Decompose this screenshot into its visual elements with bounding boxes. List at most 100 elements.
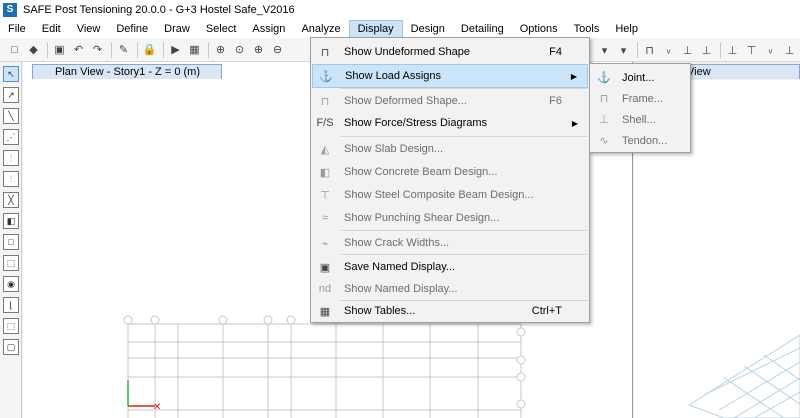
draw-brace-icon[interactable]: ╳ [3, 192, 19, 208]
save-icon[interactable]: ▣ [51, 41, 68, 58]
undeformed-shape-icon[interactable]: ⊓ [641, 42, 658, 59]
menu-item-show-undeformed-shape[interactable]: ⊓ Show Undeformed Shape F4 [312, 40, 588, 64]
zoom-out-icon[interactable]: ⊖ [269, 41, 286, 58]
slab-design-icon[interactable]: ⊥ [724, 42, 741, 59]
toolbar-separator [637, 42, 638, 58]
menu-analyze[interactable]: Analyze [293, 20, 348, 38]
redo-icon[interactable]: ↷ [89, 41, 106, 58]
view-cube-icon[interactable]: ▾ [596, 42, 613, 59]
toolbar-separator [208, 41, 209, 58]
reactions-icon[interactable]: ⊥ [698, 42, 715, 59]
menu-edit[interactable]: Edit [34, 20, 69, 38]
draw-slab-icon[interactable]: ◧ [3, 213, 19, 229]
menu-item-label: Show Concrete Beam Design... [344, 166, 498, 178]
menu-item-label: Show Tables... [344, 305, 416, 317]
menu-item-show-crack-widths[interactable]: ⌁ Show Crack Widths... [312, 231, 588, 255]
submenu-arrow-icon: ▶ [571, 118, 578, 128]
submenu-item-tendon[interactable]: ∿ Tendon... [592, 130, 688, 151]
tendon-load-icon: ∿ [599, 135, 609, 147]
draw-support-icon[interactable]: ⬚ [3, 318, 19, 334]
slab-design-icon: ◭ [320, 143, 330, 156]
coordinate-axes-icon: ✕ [127, 380, 161, 413]
draw-frame-icon[interactable]: ⋰ [3, 129, 19, 145]
menu-item-show-slab-design[interactable]: ◭ Show Slab Design... [312, 137, 588, 161]
frame-load-icon: ⊓ [599, 93, 609, 105]
open-file-icon[interactable]: ◆ [25, 41, 42, 58]
menu-help[interactable]: Help [607, 20, 646, 38]
shear-design-icon[interactable]: ⊥ [781, 42, 798, 59]
menu-item-label: Show Load Assigns [345, 70, 442, 82]
menu-item-save-named-display[interactable]: ▣ Save Named Display... [312, 255, 588, 279]
draw-opening-icon[interactable]: ⬚ [3, 255, 19, 271]
menu-item-show-tables[interactable]: ▦ Show Tables... Ctrl+T [312, 299, 588, 323]
title-bar: S SAFE Post Tensioning 20.0.0 - G+3 Host… [0, 0, 800, 20]
new-file-icon[interactable]: □ [6, 41, 23, 58]
draw-line-icon[interactable]: ╲ [3, 108, 19, 124]
menu-draw[interactable]: Draw [156, 20, 198, 38]
frame-icon[interactable]: ▾ [615, 42, 632, 59]
menu-detailing[interactable]: Detailing [453, 20, 512, 38]
menu-select[interactable]: Select [198, 20, 245, 38]
toolbar-right-group: ▾ ▾ ⊓ ᵥ ⊥ ⊥ ⊥ ⊤ ᵥ ⊥ [596, 38, 800, 62]
tables-icon: ▦ [319, 305, 331, 318]
draw-point-icon[interactable]: ◉ [3, 276, 19, 292]
deformed-shape-icon[interactable]: ⊥ [679, 42, 696, 59]
force-stress-icon: F/S [316, 117, 334, 129]
steel-design-icon[interactable]: ᵥ [762, 42, 779, 59]
lock-icon[interactable]: 🔒 [141, 41, 158, 58]
load-assigns-icon[interactable]: ᵥ [660, 42, 677, 59]
submenu-item-label: Shell... [622, 113, 656, 126]
submenu-item-frame[interactable]: ⊓ Frame... [592, 88, 688, 109]
shell-load-icon: ⊥ [599, 114, 609, 126]
menu-assign[interactable]: Assign [244, 20, 293, 38]
toolbar-separator [47, 41, 48, 58]
tab-plan-view[interactable]: Plan View - Story1 - Z = 0 (m) [32, 64, 222, 79]
submenu-item-label: Joint... [622, 71, 655, 84]
menu-item-show-deformed-shape[interactable]: ⊓ Show Deformed Shape... F6 [312, 89, 588, 113]
menu-options[interactable]: Options [512, 20, 566, 38]
menu-item-label: Show Named Display... [344, 283, 458, 295]
zoom-in-icon[interactable]: ⊕ [250, 41, 267, 58]
left-toolbar: ↖ ↗ ╲ ⋰ ⫶ ⫶ ╳ ◧ □ ⬚ ◉ ⌊ ⬚ ▢ [0, 62, 22, 418]
zoom-restore-icon[interactable]: ⊙ [231, 41, 248, 58]
menu-item-shortcut: F4 [549, 46, 562, 58]
pointer-icon[interactable]: ↖ [3, 66, 19, 82]
menu-display[interactable]: Display [348, 20, 403, 38]
draw-column-icon[interactable]: ⫶ [3, 171, 19, 187]
menu-file[interactable]: File [0, 20, 34, 38]
grid-display-icon[interactable]: ▦ [186, 41, 203, 58]
menu-item-show-steel-beam-design[interactable]: ⊤ Show Steel Composite Beam Design... [312, 183, 588, 207]
menu-item-show-punching-shear[interactable]: ≈ Show Punching Shear Design... [312, 206, 588, 230]
draw-beam-icon[interactable]: ⫶ [3, 150, 19, 166]
menu-item-show-named-display[interactable]: nd Show Named Display... [312, 277, 588, 301]
window-title: SAFE Post Tensioning 20.0.0 - G+3 Hostel… [23, 4, 295, 16]
reshape-icon[interactable]: ↗ [3, 87, 19, 103]
run-analysis-icon[interactable]: ▶ [167, 41, 184, 58]
punching-shear-icon: ≈ [321, 212, 329, 224]
menu-design[interactable]: Design [403, 20, 453, 38]
menu-item-show-force-stress[interactable]: F/S Show Force/Stress Diagrams ▶ [312, 111, 588, 135]
menu-define[interactable]: Define [108, 20, 156, 38]
undo-icon[interactable]: ↶ [70, 41, 87, 58]
3d-model-drawing [687, 334, 800, 418]
steel-beam-icon: ⊤ [320, 189, 330, 202]
draw-wall-icon[interactable]: ⌊ [3, 297, 19, 313]
crack-widths-icon: ⌁ [321, 237, 329, 250]
pencil-icon[interactable]: ✎ [115, 41, 132, 58]
menu-item-show-load-assigns[interactable]: ⚓ Show Load Assigns ▶ [312, 64, 588, 88]
zoom-window-icon[interactable]: ⊕ [212, 41, 229, 58]
menu-view[interactable]: View [69, 20, 109, 38]
menu-tools[interactable]: Tools [566, 20, 608, 38]
submenu-item-label: Tendon... [622, 134, 668, 147]
submenu-item-label: Frame... [622, 92, 663, 105]
submenu-item-shell[interactable]: ⊥ Shell... [592, 109, 688, 130]
load-assigns-submenu: ⚓ Joint... ⊓ Frame... ⊥ Shell... ∿ Tendo… [589, 63, 691, 153]
draw-tendon-icon[interactable]: ▢ [3, 339, 19, 355]
menu-item-label: Show Slab Design... [344, 143, 444, 155]
draw-area-icon[interactable]: □ [3, 234, 19, 250]
menu-item-show-concrete-beam-design[interactable]: ◧ Show Concrete Beam Design... [312, 160, 588, 184]
toolbar-separator [137, 41, 138, 58]
beam-design-icon[interactable]: ⊤ [743, 42, 760, 59]
submenu-item-joint[interactable]: ⚓ Joint... [592, 67, 688, 88]
save-named-display-icon: ▣ [319, 261, 331, 274]
